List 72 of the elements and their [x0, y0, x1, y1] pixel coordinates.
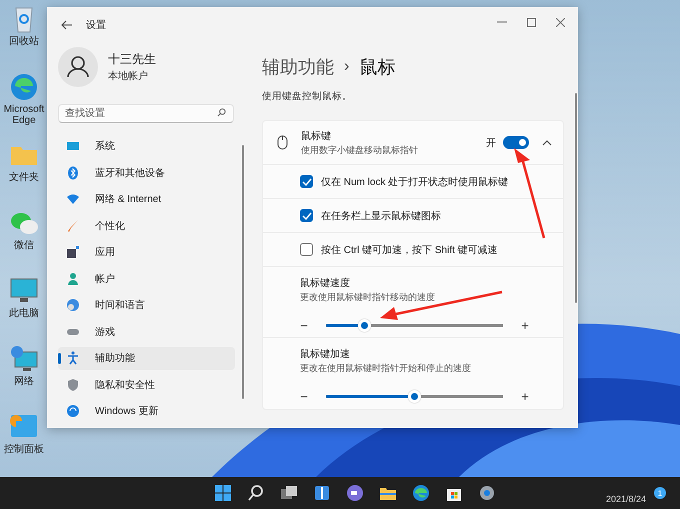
search-icon[interactable]: [247, 484, 265, 502]
task-view-icon[interactable]: [280, 484, 298, 502]
desktop-icon-label[interactable]: 此电脑: [2, 308, 46, 319]
nav-item[interactable]: 游戏: [58, 320, 235, 343]
browser-icon[interactable]: [412, 484, 430, 502]
nav-item[interactable]: 应用: [58, 241, 235, 264]
wifi-icon: [66, 192, 80, 206]
decrease-button[interactable]: −: [298, 389, 310, 404]
checkbox-label: 在任务栏上显示鼠标键图标: [321, 210, 441, 222]
person-icon: [66, 272, 80, 286]
page-description: 使用键盘控制鼠标。: [262, 90, 353, 103]
avatar-icon: [58, 47, 98, 87]
taskbar-date: 2021/8/24: [606, 494, 646, 504]
checkbox[interactable]: [300, 243, 313, 256]
slider-title: 鼠标键速度: [300, 276, 351, 290]
checkbox-label: 按住 Ctrl 键可加速，按下 Shift 键可减速: [321, 244, 498, 256]
increase-button[interactable]: +: [519, 389, 531, 404]
back-arrow-icon[interactable]: [61, 20, 73, 30]
settings-icon[interactable]: [478, 484, 496, 502]
network-icon[interactable]: [9, 344, 39, 374]
toggle-state-label: 开: [486, 136, 496, 150]
slider-description: 更改在使用鼠标键时指针开始和停止的速度: [300, 362, 472, 375]
slider-thumb[interactable]: [358, 319, 372, 332]
shield-icon: [66, 378, 80, 392]
desktop-icon-label[interactable]: 文件夹: [2, 172, 46, 183]
nav-item[interactable]: 系统: [58, 135, 235, 158]
account-type: 本地帐户: [108, 70, 149, 83]
search-field[interactable]: 查找设置: [58, 104, 234, 123]
maximize-icon[interactable]: [527, 18, 536, 26]
desktop-icon-label[interactable]: 微信: [2, 240, 46, 251]
setting-title: 鼠标键: [301, 130, 332, 142]
checkbox[interactable]: [300, 209, 313, 222]
close-icon[interactable]: [556, 18, 565, 26]
window-title: 设置: [86, 18, 106, 32]
accessibility-icon: [66, 351, 80, 366]
slider-description: 更改使用鼠标键时指针移动的速度: [300, 291, 436, 304]
breadcrumb-parent[interactable]: 辅助功能: [262, 55, 334, 79]
start-icon[interactable]: [214, 484, 232, 502]
decrease-button[interactable]: −: [298, 318, 310, 333]
slider-title: 鼠标键加速: [300, 348, 351, 361]
desktop-icon-label[interactable]: 回收站: [2, 36, 46, 47]
desktop-icon-label[interactable]: Microsoft Edge: [2, 104, 46, 126]
chevron-icon[interactable]: [542, 138, 552, 148]
nav-item[interactable]: 隐私和安全性: [58, 374, 235, 396]
apps-icon: [66, 245, 80, 260]
chat-icon[interactable]: [346, 484, 364, 502]
checkbox-label: 仅在 Num lock 处于打开状态时使用鼠标键: [321, 176, 508, 188]
breadcrumb-separator: ›: [344, 58, 350, 76]
nav-item[interactable]: 帐户: [58, 268, 235, 290]
increase-button[interactable]: +: [519, 318, 531, 333]
sync-icon: [66, 404, 80, 418]
nav-item[interactable]: Windows 更新: [58, 400, 235, 422]
desktop-icon-label[interactable]: 控制面板: [2, 444, 46, 455]
bluetooth-icon: [66, 166, 80, 180]
slider-thumb[interactable]: [408, 390, 421, 403]
page-title: 鼠标: [359, 56, 396, 79]
scrollbar[interactable]: [242, 145, 244, 399]
setting-subtitle: 使用数字小键盘移动鼠标指针: [301, 144, 419, 156]
user-name: 十三先生: [108, 51, 156, 68]
nav-item[interactable]: 时间和语言: [58, 294, 235, 316]
nav-item[interactable]: 个性化: [58, 214, 235, 237]
checkbox[interactable]: [300, 175, 313, 188]
desktop-icon-label[interactable]: 网络: [2, 376, 46, 387]
toggle-switch[interactable]: [503, 136, 529, 149]
scrollbar[interactable]: [575, 93, 577, 303]
mouse-icon: [277, 135, 288, 150]
search-icon: [217, 108, 226, 117]
nav-item[interactable]: 辅助功能: [58, 347, 235, 370]
widgets-icon[interactable]: [313, 484, 331, 502]
globe-clock-icon: [66, 298, 80, 312]
nav-item[interactable]: 网络 & Internet: [58, 188, 235, 210]
nav-item[interactable]: 蓝牙和其他设备: [58, 162, 235, 184]
